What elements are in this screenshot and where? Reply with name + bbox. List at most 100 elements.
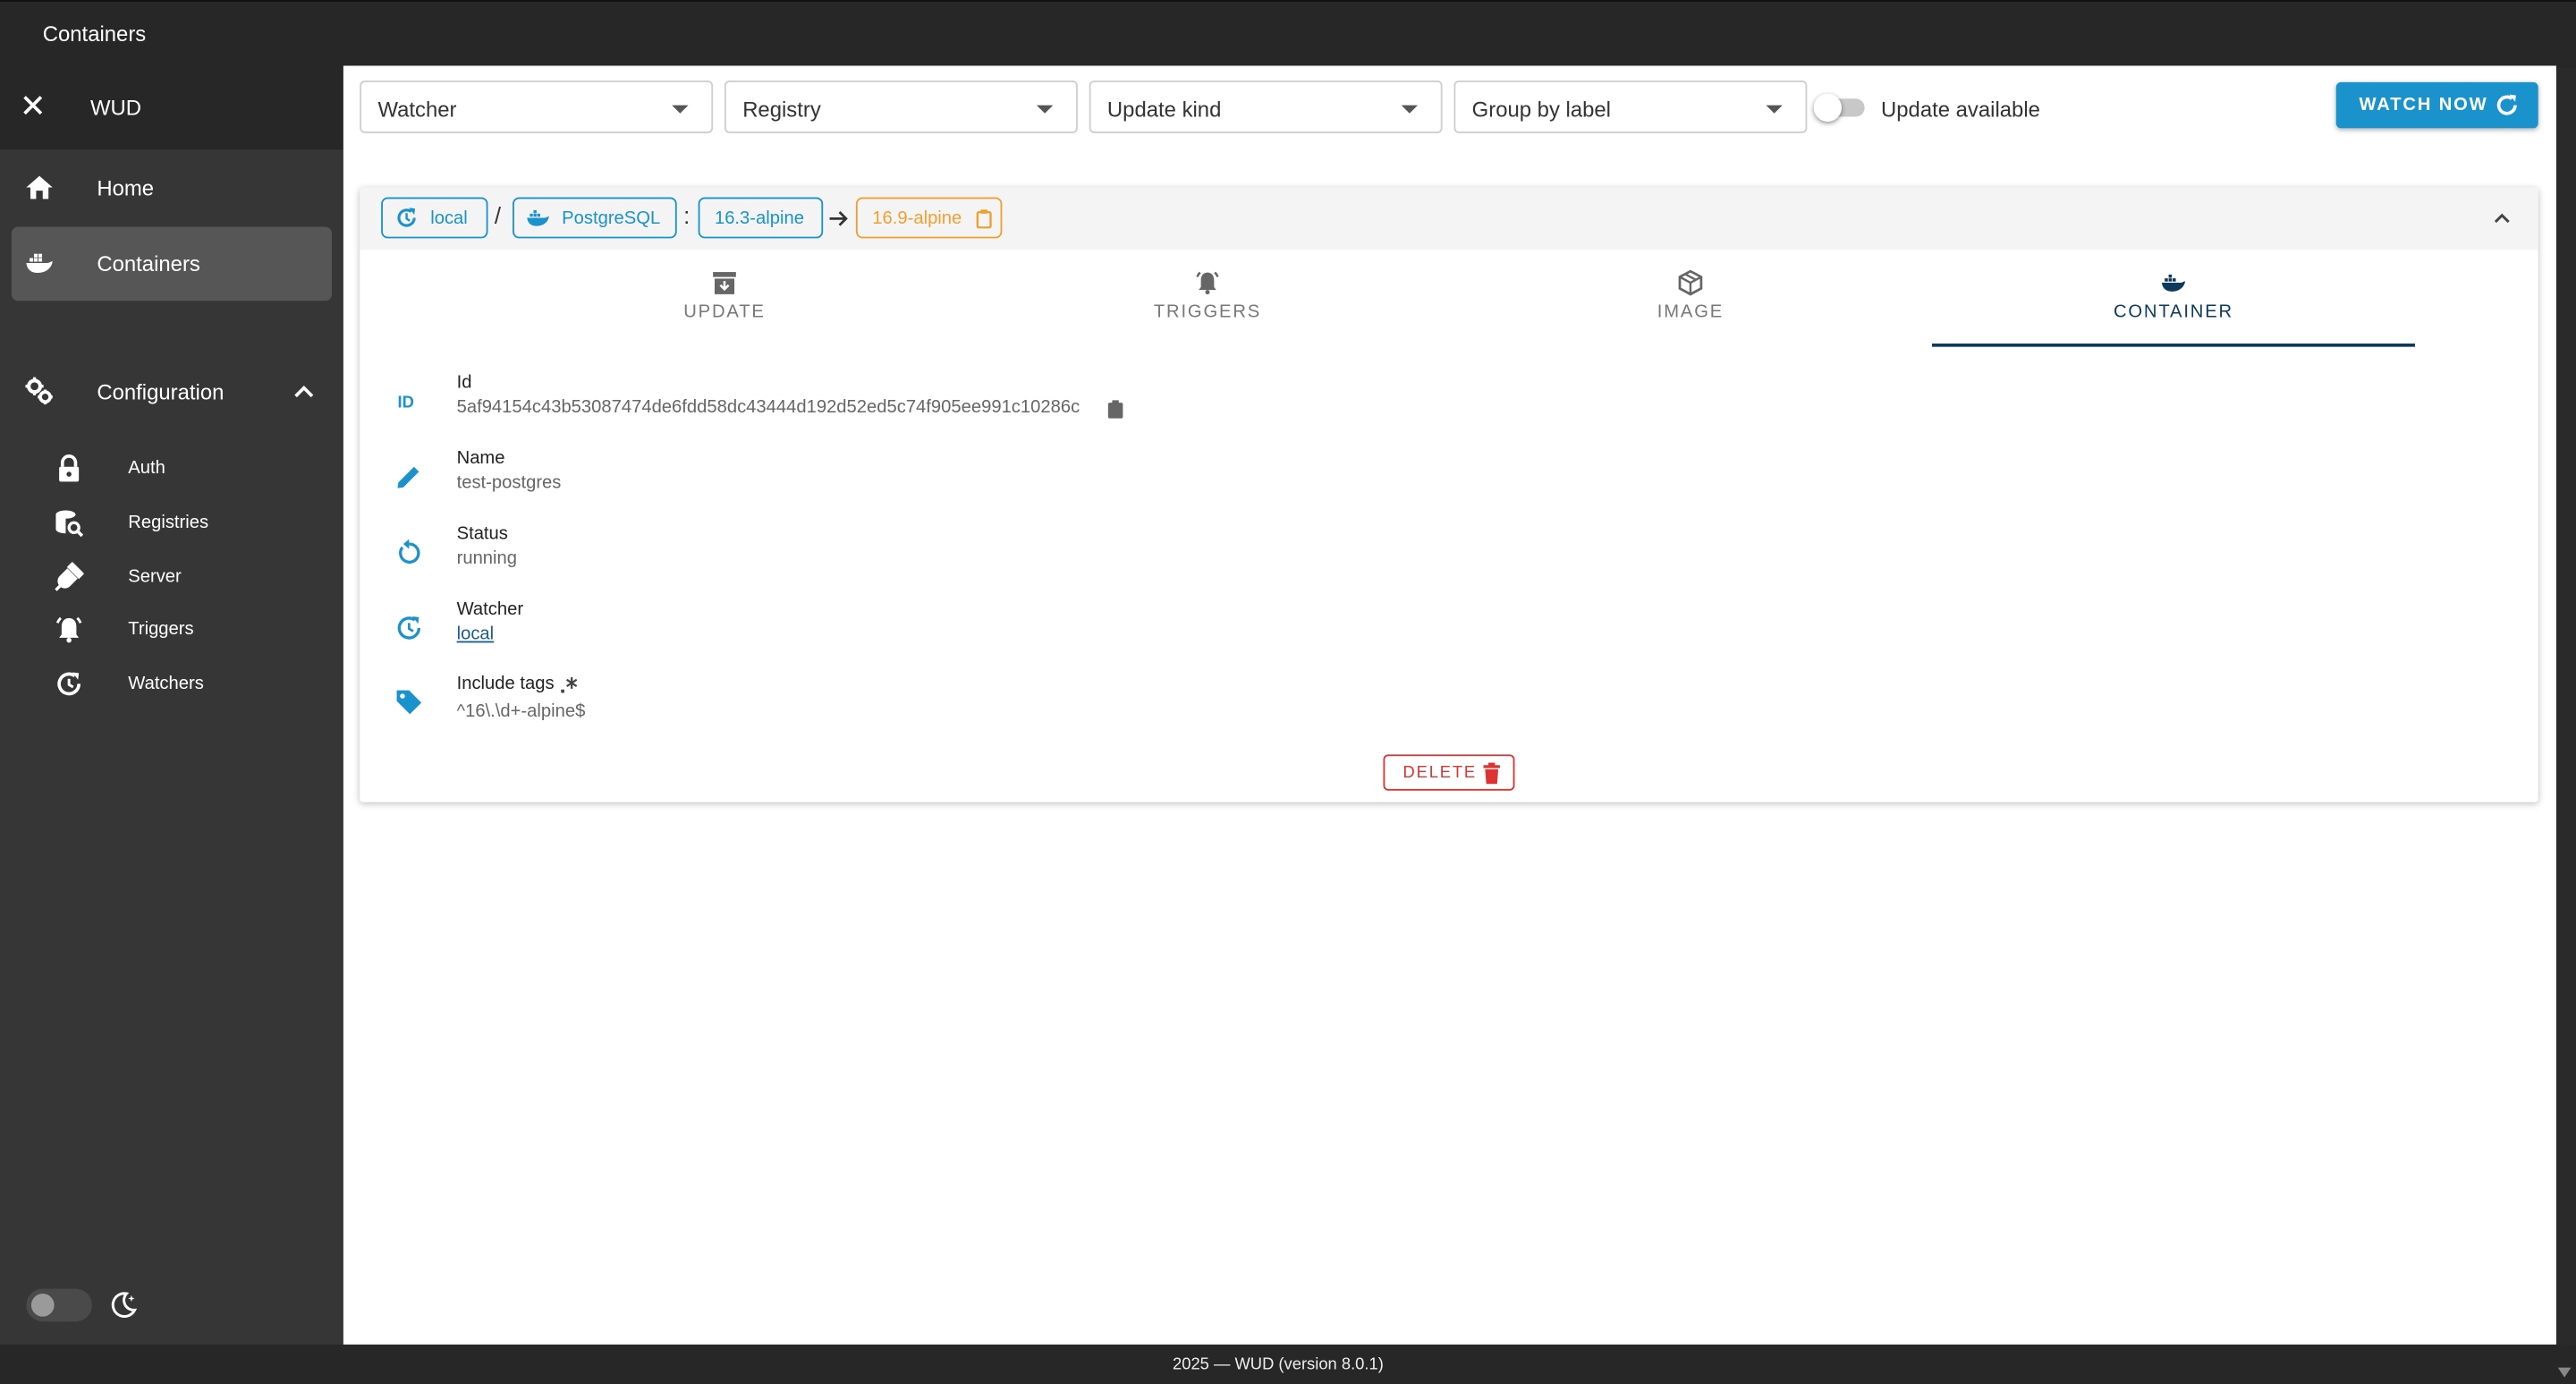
chip-label: 16.3-alpine bbox=[714, 208, 804, 229]
archive-arrow-down-icon bbox=[713, 272, 736, 294]
clipboard-icon[interactable] bbox=[976, 208, 992, 229]
detail-label: Watcher bbox=[456, 599, 524, 620]
group-by-label-select[interactable]: Group by label bbox=[1453, 81, 1808, 133]
chip-label: PostgreSQL bbox=[562, 208, 661, 229]
toggle-knob bbox=[30, 1293, 55, 1317]
delete-label: DELETE bbox=[1402, 764, 1478, 783]
tag-icon bbox=[396, 690, 422, 715]
sidebar-item-label: Server bbox=[128, 566, 182, 587]
select-value: Registry bbox=[742, 97, 821, 122]
database-search-icon bbox=[55, 510, 84, 538]
watcher-chip[interactable]: local bbox=[381, 197, 488, 239]
update-available-label: Update available bbox=[1881, 97, 2040, 122]
sidebar-item-auth[interactable]: Auth bbox=[49, 444, 328, 493]
tab-label: UPDATE bbox=[683, 302, 766, 323]
tab-label: TRIGGERS bbox=[1153, 302, 1262, 323]
theme-toggle[interactable] bbox=[26, 1288, 92, 1322]
update-icon bbox=[397, 208, 416, 227]
moon-icon bbox=[111, 1292, 138, 1318]
footer: 2025 — WUD (version 8.0.1) bbox=[0, 1344, 2576, 1384]
tab-label: CONTAINER bbox=[2113, 302, 2233, 323]
bell-ring-icon bbox=[55, 616, 82, 643]
scroll-down-arrow[interactable] bbox=[2557, 1367, 2572, 1378]
update-available-switch[interactable] bbox=[1813, 93, 1865, 122]
watcher-link[interactable]: local bbox=[457, 624, 495, 644]
id-icon: ID bbox=[397, 393, 413, 412]
restart-icon bbox=[399, 539, 420, 564]
chevron-up-icon[interactable] bbox=[294, 383, 314, 399]
sidebar-item-server[interactable]: Server bbox=[49, 552, 328, 601]
sidebar-item-label: Watchers bbox=[128, 674, 204, 694]
tab-label: IMAGE bbox=[1657, 302, 1724, 323]
select-value: Watcher bbox=[377, 97, 457, 122]
watcher-select[interactable]: Watcher bbox=[360, 81, 714, 133]
sidebar-group-configuration[interactable]: Configuration bbox=[12, 355, 332, 429]
registry-select[interactable]: Registry bbox=[724, 81, 1078, 133]
container-id: 5af94154c43b53087474de6fdd58dc43444d192d… bbox=[456, 397, 1080, 418]
tag-separator: : bbox=[683, 201, 691, 229]
caret-down-icon bbox=[1401, 105, 1419, 114]
plug-icon bbox=[55, 562, 84, 591]
sidebar-item-label: Home bbox=[97, 175, 155, 201]
package-icon bbox=[1678, 269, 1703, 296]
detail-status: Status running bbox=[389, 524, 1868, 583]
detail-label: Include tags bbox=[456, 674, 555, 694]
bell-ring-icon bbox=[1196, 271, 1219, 295]
cogs-icon bbox=[25, 377, 53, 404]
chevron-up-icon[interactable] bbox=[2492, 208, 2512, 228]
pencil-icon bbox=[397, 466, 419, 488]
update-icon bbox=[397, 616, 421, 640]
detail-watcher: Watcher local bbox=[389, 600, 1868, 659]
sidebar-item-watchers[interactable]: Watchers bbox=[49, 659, 328, 709]
footer-text: 2025 — WUD (version 8.0.1) bbox=[1173, 1355, 1384, 1374]
close-icon[interactable] bbox=[20, 92, 46, 118]
sidebar-item-label: Containers bbox=[97, 251, 200, 276]
sidebar-item-label: Registries bbox=[128, 513, 209, 533]
active-tab-indicator bbox=[1931, 343, 2415, 347]
select-value: Group by label bbox=[1471, 97, 1611, 122]
sidebar-item-triggers[interactable]: Triggers bbox=[49, 605, 328, 654]
tab-triggers[interactable]: TRIGGERS bbox=[966, 263, 1449, 349]
detail-label: Id bbox=[456, 373, 472, 394]
detail-include-tags: Include tags ^16\.\d+-alpine$ bbox=[389, 674, 1868, 733]
page-title: Containers bbox=[42, 21, 147, 47]
sidebar-item-registries[interactable]: Registries bbox=[49, 498, 328, 548]
trash-icon bbox=[1483, 762, 1500, 785]
refresh-icon bbox=[2496, 94, 2517, 115]
sidebar-item-home[interactable]: Home bbox=[12, 151, 332, 225]
clipboard-icon[interactable] bbox=[1107, 399, 1123, 419]
update-icon bbox=[57, 672, 80, 696]
tab-update[interactable]: UPDATE bbox=[483, 263, 966, 349]
home-icon bbox=[26, 175, 53, 200]
docker-icon bbox=[2161, 274, 2186, 292]
detail-label: Status bbox=[456, 524, 508, 545]
caret-down-icon bbox=[672, 105, 689, 114]
include-tags-value: ^16\.\d+-alpine$ bbox=[456, 701, 586, 722]
container-status: running bbox=[456, 548, 518, 569]
app-bar: Containers bbox=[0, 0, 2576, 68]
sidebar-header: WUD bbox=[0, 65, 343, 150]
update-kind-select[interactable]: Update kind bbox=[1089, 81, 1443, 133]
chip-label: local bbox=[430, 208, 468, 229]
tab-container[interactable]: CONTAINER bbox=[1932, 263, 2415, 349]
app-name: WUD bbox=[90, 95, 142, 121]
arrow-right-icon bbox=[829, 211, 848, 226]
docker-icon bbox=[26, 253, 53, 273]
sidebar-item-label: Configuration bbox=[97, 379, 225, 404]
detail-id: ID Id 5af94154c43b53087474de6fdd58dc4344… bbox=[389, 373, 1868, 432]
sidebar-item-label: Auth bbox=[128, 458, 165, 479]
watch-now-button[interactable]: WATCH NOW bbox=[2335, 81, 2538, 129]
main-content: Watcher Registry Update kind Group by la… bbox=[343, 65, 2556, 1345]
docker-icon bbox=[527, 209, 549, 226]
sidebar-item-containers[interactable]: Containers bbox=[11, 226, 333, 301]
sidebar-item-label: Triggers bbox=[128, 619, 194, 640]
watch-now-label: WATCH NOW bbox=[2359, 95, 2488, 115]
registry-chip[interactable]: PostgreSQL bbox=[513, 197, 677, 239]
container-card-header[interactable]: local / PostgreSQL : 16.3-alpine 16.9-al… bbox=[360, 187, 2538, 250]
delete-button[interactable]: DELETE bbox=[1383, 754, 1515, 791]
new-tag-chip[interactable]: 16.9-alpine bbox=[855, 197, 1003, 239]
chip-label: 16.9-alpine bbox=[872, 208, 962, 229]
svg-text:ID: ID bbox=[397, 393, 413, 412]
tab-image[interactable]: IMAGE bbox=[1449, 263, 1932, 349]
current-tag-chip[interactable]: 16.3-alpine bbox=[698, 197, 824, 239]
